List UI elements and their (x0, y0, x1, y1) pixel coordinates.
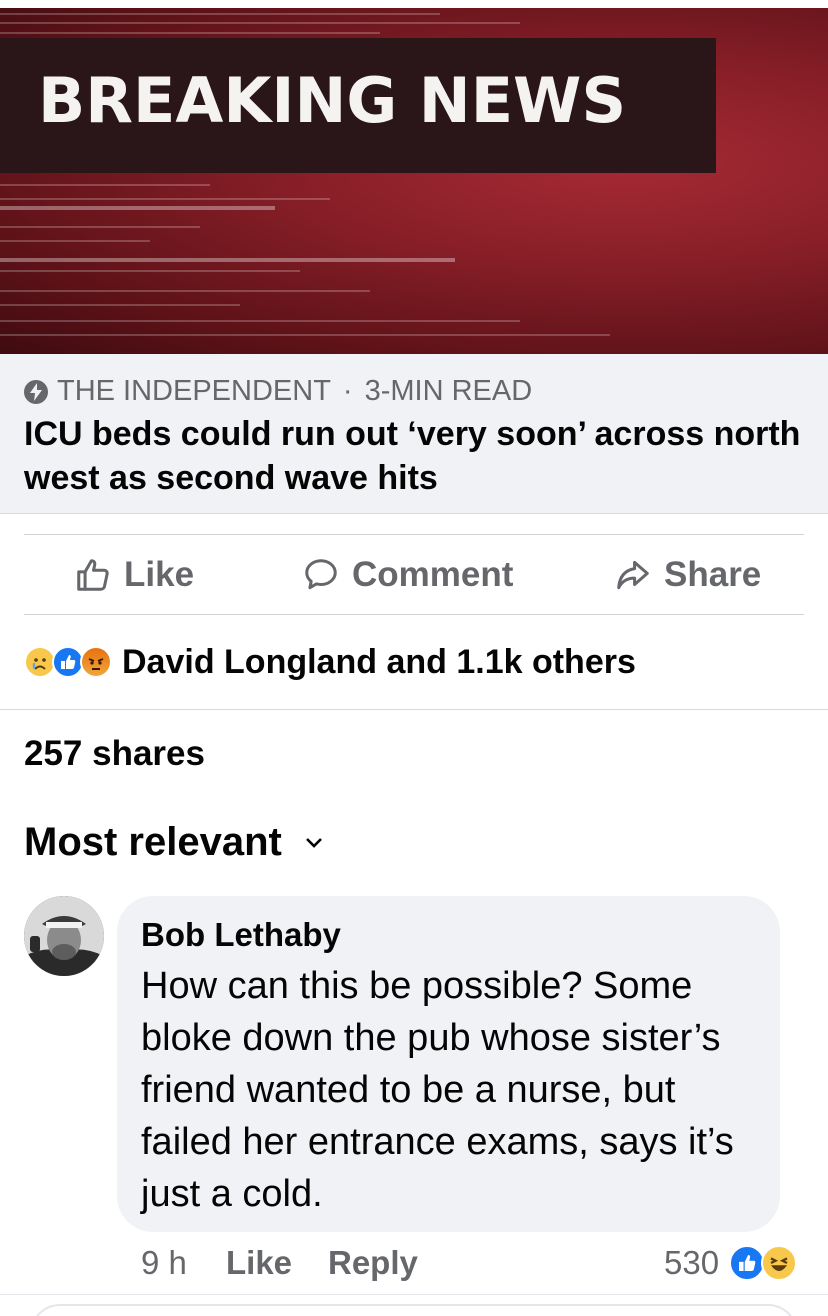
reactions-summary[interactable]: David Longland and 1.1k others (24, 636, 636, 688)
avatar[interactable] (24, 896, 104, 976)
reaction-names[interactable]: David Longland and 1.1k others (122, 643, 636, 682)
share-count[interactable]: 257 shares (24, 734, 205, 774)
article-image[interactable]: BREAKING NEWS (0, 8, 828, 354)
share-label: Share (664, 555, 762, 594)
banner-text: BREAKING NEWS (38, 64, 627, 137)
comment-reaction-count: 530 (664, 1244, 720, 1281)
angry-reaction-icon (80, 646, 112, 678)
read-time: 3-MIN READ (364, 375, 533, 407)
like-reaction-icon (729, 1245, 766, 1281)
comment-time: 9 h (141, 1244, 187, 1281)
post-action-bar: Like Comment Share (24, 534, 804, 615)
comment-text: How can this be possible? Some bloke dow… (141, 965, 734, 1215)
comment-reactions[interactable]: 530 (664, 1244, 798, 1282)
thumbs-up-outline-icon (77, 559, 109, 591)
comment-bubble[interactable]: Bob Lethaby How can this be possible? So… (117, 896, 780, 1232)
link-preview[interactable]: THE INDEPENDENT · 3-MIN READ ICU beds co… (0, 354, 828, 514)
like-label: Like (124, 555, 195, 594)
divider (0, 1294, 828, 1295)
divider (0, 709, 828, 710)
chevron-down-icon (305, 837, 322, 848)
comment-label: Comment (352, 555, 514, 594)
sort-label: Most relevant (24, 820, 282, 864)
instant-article-bolt-icon (24, 379, 48, 404)
share-button[interactable]: Share (614, 535, 761, 615)
laughing-reaction-icon (761, 1245, 798, 1281)
share-arrow-icon (617, 560, 649, 590)
source-separator: · (342, 375, 353, 407)
comment-button[interactable]: Comment (302, 535, 513, 615)
next-item-edge (30, 1304, 798, 1316)
comment-bubble-icon (305, 559, 337, 590)
comment-reply-button[interactable]: Reply (328, 1244, 418, 1282)
like-button[interactable]: Like (74, 535, 194, 615)
article-source: THE INDEPENDENT · 3-MIN READ (24, 375, 532, 408)
source-name: THE INDEPENDENT (57, 375, 331, 407)
comment-author[interactable]: Bob Lethaby (141, 916, 341, 954)
comment-like-button[interactable]: Like (226, 1244, 292, 1282)
comment-sort-dropdown[interactable]: Most relevant (24, 820, 324, 865)
article-headline[interactable]: ICU beds could run out ‘very soon’ acros… (24, 412, 804, 500)
